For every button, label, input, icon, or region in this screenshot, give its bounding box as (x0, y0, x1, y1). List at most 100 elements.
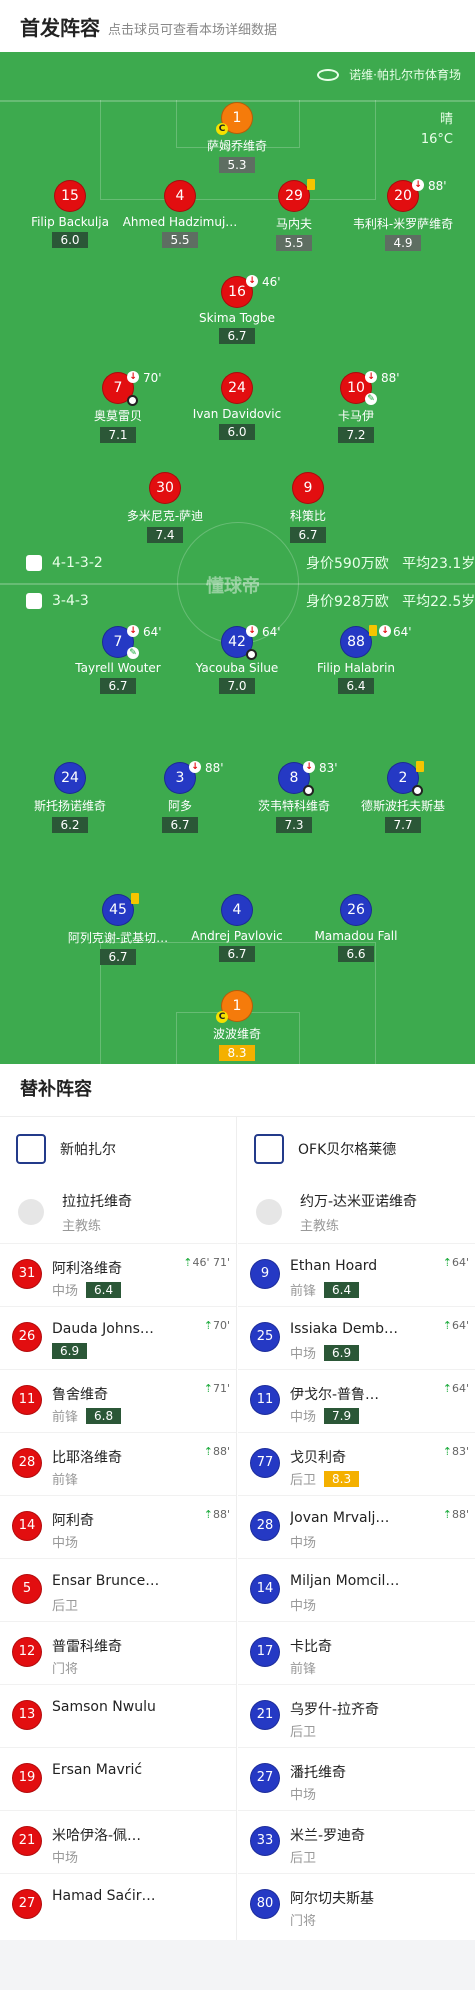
player-rating: 7.7 (385, 817, 421, 833)
substitute-row[interactable]: 31 阿利洛维奇 中场 6.4 ⇡46' 71' (0, 1243, 236, 1306)
away-team-stats: 身价928万欧 平均22.5岁 (306, 591, 475, 611)
player-position: 前锋 (52, 1410, 79, 1425)
coach-avatar-icon (256, 1199, 282, 1225)
player-away-26[interactable]: 26 Mamadou Fall 6.6 (296, 894, 416, 962)
substitute-row[interactable]: 12 普雷科维奇 门将 (0, 1621, 236, 1684)
player-number: 45 (102, 893, 139, 926)
player-rating: 6.8 (86, 1407, 122, 1424)
player-home-1[interactable]: 1C 萨姆乔维奇 5.3 (177, 102, 297, 173)
substitute-row[interactable]: 26 Dauda Johns… 6.9 ⇡70' (0, 1306, 236, 1369)
away-coach[interactable]: 约万-达米亚诺维奇 主教练 (238, 1181, 475, 1243)
home-team-row[interactable]: 新帕扎尔 (0, 1117, 236, 1181)
player-position: 中场 (290, 1536, 317, 1551)
substitute-row[interactable]: 9 Ethan Hoard 前锋 6.4 ⇡64' (238, 1243, 475, 1306)
substitute-row[interactable]: 25 Issiaka Demb… 中场 6.9 ⇡64' (238, 1306, 475, 1369)
player-home-9[interactable]: 9 科策比 6.7 (248, 472, 368, 543)
player-rating: 7.1 (100, 427, 136, 443)
player-name: 德斯波托夫斯基 (360, 799, 445, 813)
yellow-card-icon (369, 625, 377, 636)
player-rating: 6.7 (290, 527, 326, 543)
player-home-29[interactable]: 29 马内夫 5.5 (234, 179, 354, 251)
player-away-45[interactable]: 45 阿列克谢-武基切… 6.7 (58, 893, 178, 965)
event-minute: 88' (428, 179, 447, 193)
substitute-row[interactable]: 21 米哈伊洛-佩… 中场 (0, 1810, 236, 1873)
substitute-row[interactable]: 21 乌罗什-拉齐奇 后卫 (238, 1684, 475, 1747)
player-number: 7 ↓ 70' (102, 371, 162, 406)
sub-in-icon: ⇡ (442, 1319, 452, 1332)
away-team-row[interactable]: OFK贝尔格莱德 (238, 1117, 475, 1181)
player-position: 中场 (52, 1851, 79, 1866)
player-meta: 后卫 8.3 (290, 1469, 360, 1488)
sub-in-icon: ⇡ (442, 1382, 452, 1395)
substitute-row[interactable]: 28 Jovan Mrvalj… 中场 ⇡88' (238, 1495, 475, 1558)
player-name: Hamad Saćir… (52, 1888, 156, 1904)
event-minutes: 64' (451, 1256, 469, 1269)
player-name: Miljan Momcil… (290, 1573, 400, 1589)
substitute-row[interactable]: 19 Ersan Mavrić (0, 1747, 236, 1810)
player-meta: 中场 6.4 (52, 1280, 122, 1299)
substitute-row[interactable]: 11 伊戈尔-普鲁… 中场 7.9 ⇡64' (238, 1369, 475, 1432)
event-minutes: 71' (212, 1382, 230, 1395)
page-footer (0, 1940, 475, 1990)
player-away-8[interactable]: 8 ↓ 83' 茨韦特科维奇 7.3 (234, 761, 354, 833)
substitute-row[interactable]: 14 阿利奇 中场 ⇡88' (0, 1495, 236, 1558)
substitute-row[interactable]: 5 Ensar Brunce… 后卫 (0, 1558, 236, 1621)
player-home-30[interactable]: 30 多米尼克-萨迪 7.4 (105, 472, 225, 543)
yellow-card-icon (307, 179, 315, 190)
substitutes-title: 替补阵容 (0, 1064, 475, 1116)
player-home-4[interactable]: 4 Ahmed Hadzimuj… 5.5 (120, 180, 240, 248)
player-away-24[interactable]: 24 斯托扬诺维奇 6.2 (10, 762, 130, 833)
player-rating: 6.7 (162, 817, 198, 833)
player-name: 波波维奇 (212, 1027, 261, 1041)
player-home-10[interactable]: 10 ↓ 88' ✎ 卡马伊 7.2 (296, 371, 416, 443)
player-home-16[interactable]: 16 ↓ 46' Skima Togbe 6.7 (177, 275, 297, 344)
player-home-15[interactable]: 15 Filip Backulja 6.0 (10, 180, 130, 248)
substitute-row[interactable]: 27 Hamad Saćir… (0, 1873, 236, 1936)
player-home-20[interactable]: 20 ↓ 88' 韦利科-米罗萨维奇 4.9 (343, 179, 463, 251)
player-rating: 7.9 (324, 1407, 360, 1424)
player-position: 后卫 (52, 1599, 79, 1614)
player-number: 16 ↓ 46' (221, 275, 281, 308)
substitute-row[interactable]: 77 戈贝利奇 后卫 8.3 ⇡83' (238, 1432, 475, 1495)
event-minutes: 64' (451, 1382, 469, 1395)
player-number: 30 (149, 472, 181, 504)
player-home-7[interactable]: 7 ↓ 70' 奥莫雷贝 7.1 (58, 371, 178, 443)
substitutes-panel: 新帕扎尔 拉拉托维奇 主教练 31 阿利洛维奇 中场 6.4 ⇡46' 71' 26 Daud… (0, 1116, 475, 1941)
player-away-4[interactable]: 4 Andrej Pavlovic 6.7 (177, 894, 297, 962)
player-away-3[interactable]: 3 ↓ 88' 阿多 6.7 (120, 761, 240, 833)
substitute-row[interactable]: 14 Miljan Momcil… 中场 (238, 1558, 475, 1621)
player-rating: 5.5 (162, 232, 198, 248)
substitute-row[interactable]: 28 比耶洛维奇 前锋 ⇡88' (0, 1432, 236, 1495)
substitute-row[interactable]: 17 卡比奇 前锋 (238, 1621, 475, 1684)
player-name: 斯托扬诺维奇 (33, 799, 106, 813)
event-minutes: 83' (451, 1445, 469, 1458)
player-name: Ersan Mavrić (52, 1762, 143, 1778)
player-away-88[interactable]: 88 ↓ 64' Filip Halabrin 6.4 (296, 625, 416, 694)
substitute-row[interactable]: 80 阿尔切夫斯基 门将 (238, 1873, 475, 1936)
player-away-7[interactable]: 7 ↓ 64' ✎ Tayrell Wouter 6.7 (58, 625, 178, 694)
substitute-row[interactable]: 27 潘托维奇 中场 (238, 1747, 475, 1810)
substitute-row[interactable]: 33 米兰-罗迪奇 后卫 (238, 1810, 475, 1873)
player-position: 前锋 (52, 1473, 79, 1488)
player-away-2[interactable]: 2 德斯波托夫斯基 7.7 (343, 761, 463, 833)
substitute-row[interactable]: 13 Samson Nwulu (0, 1684, 236, 1747)
player-rating: 5.3 (219, 157, 255, 173)
sub-in-icon: ⇡ (203, 1508, 213, 1521)
home-coach[interactable]: 拉拉托维奇 主教练 (0, 1181, 236, 1243)
player-name: 韦利科-米罗萨维奇 (352, 217, 454, 231)
player-away-1[interactable]: 1C 波波维奇 8.3 (177, 990, 297, 1061)
player-number: 10 ↓ 88' ✎ (340, 371, 400, 405)
player-home-24[interactable]: 24 Ivan Davidovic 6.0 (177, 372, 297, 440)
event-minute: 46' (262, 275, 281, 289)
player-number: 9 (250, 1259, 280, 1289)
player-meta: 后卫 (290, 1721, 316, 1740)
player-name: 阿多 (167, 799, 192, 813)
substitute-row[interactable]: 11 鲁舍维奇 前锋 6.8 ⇡71' (0, 1369, 236, 1432)
player-number: 24 (221, 372, 253, 404)
venue-name: 诺维·帕扎尔市体育场 (349, 68, 461, 82)
player-meta: 前锋 6.8 (52, 1406, 122, 1425)
player-away-42[interactable]: 42 ↓ 64' Yacouba Silue 7.0 (177, 625, 297, 694)
player-name: 阿利奇 (52, 1513, 94, 1529)
player-name: Ethan Hoard (290, 1258, 378, 1274)
player-number: 3 ↓ 88' (164, 761, 224, 794)
